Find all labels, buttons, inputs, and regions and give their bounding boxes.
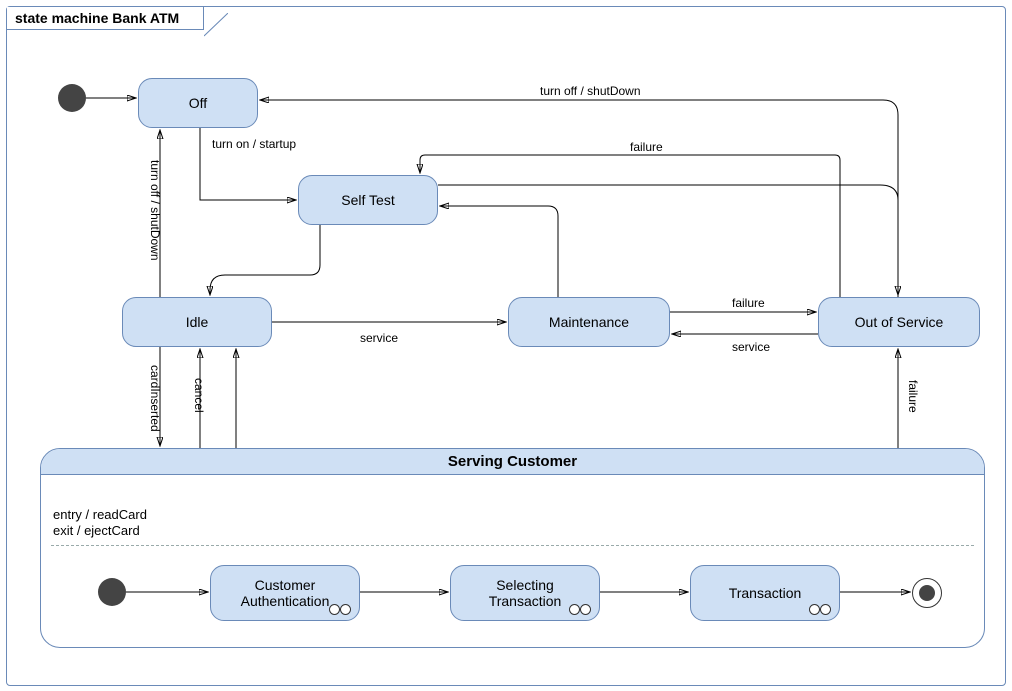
composite-header: Serving Customer [41,449,984,475]
lbl-turn-off-shutdown-idle: turn off / shutDown [148,160,162,261]
final-state-inner [912,578,942,608]
state-maintenance: Maintenance [508,297,670,347]
lbl-service-idle-maint: service [360,331,398,345]
lbl-failure-maint-oos: failure [732,296,765,310]
state-self-test-label: Self Test [341,192,394,208]
initial-state-inner [98,578,126,606]
submachine-icon [329,604,351,616]
state-self-test: Self Test [298,175,438,225]
state-maintenance-label: Maintenance [549,314,629,330]
state-transaction: Transaction [690,565,840,621]
lbl-turn-off-shutdown-top: turn off / shutDown [540,84,641,98]
state-idle-label: Idle [186,314,209,330]
lbl-service-oos-maint: service [732,340,770,354]
state-customer-authentication-label: Customer Authentication [241,577,330,609]
composite-exit-text: exit / ejectCard [53,523,147,539]
state-customer-authentication: Customer Authentication [210,565,360,621]
final-state-inner-dot [919,585,935,601]
state-transaction-label: Transaction [729,585,802,601]
state-selecting-transaction: Selecting Transaction [450,565,600,621]
state-off-label: Off [189,95,207,111]
state-selecting-transaction-label: Selecting Transaction [489,577,562,609]
state-out-of-service-label: Out of Service [855,314,944,330]
submachine-icon [809,604,831,616]
lbl-cancel: cancel [192,378,206,413]
submachine-icon [569,604,591,616]
state-off: Off [138,78,258,128]
composite-title: Serving Customer [448,453,577,470]
lbl-failure-selftest-oos: failure [630,140,663,154]
lbl-turn-on-startup: turn on / startup [212,137,296,151]
frame-title: state machine Bank ATM [7,7,204,30]
frame-title-text: state machine Bank ATM [15,10,179,26]
composite-entry-text: entry / readCard [53,507,147,523]
state-idle: Idle [122,297,272,347]
lbl-card-inserted: cardInserted [148,365,162,432]
initial-state-top [58,84,86,112]
lbl-failure-serving-oos: failure [906,380,920,413]
composite-entry-exit: entry / readCard exit / ejectCard [53,507,147,540]
frame-title-notch [204,13,228,37]
composite-separator [51,545,974,546]
state-out-of-service: Out of Service [818,297,980,347]
